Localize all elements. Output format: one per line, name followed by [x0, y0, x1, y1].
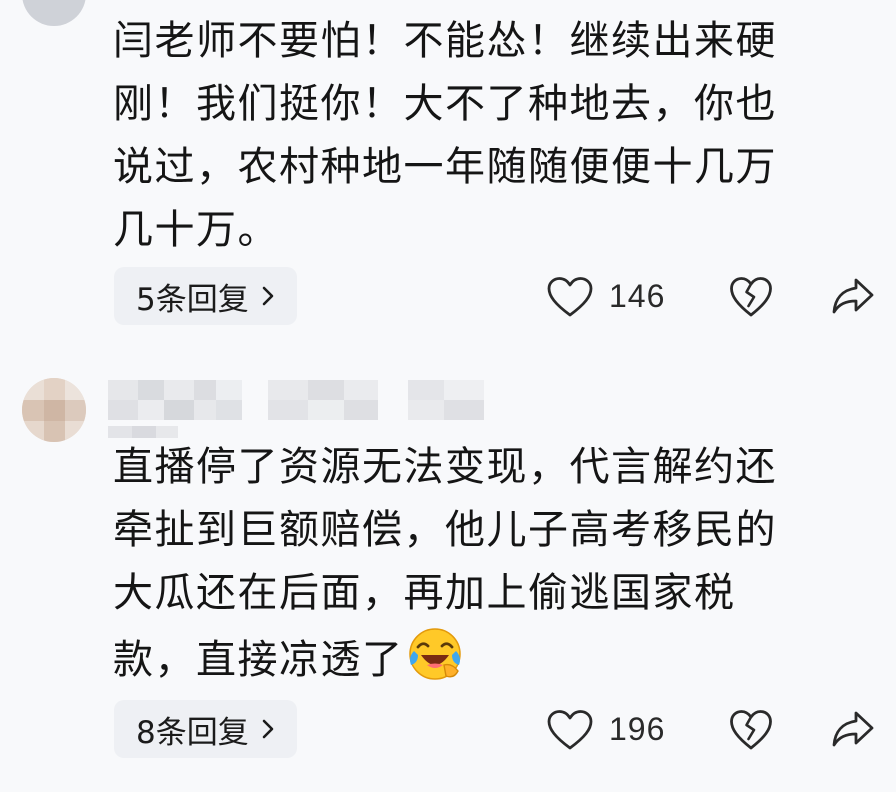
comment-line: 大瓜还在后面，再加上偷逃国家税: [113, 570, 736, 616]
laughing-crying-emoji-icon: [408, 628, 461, 680]
comment-line-text: 款，直接凉透了: [113, 637, 404, 683]
comment-item: 闫老师不要怕！不能怂！继续出来硬 刚！我们挺你！大不了种地去，你也 说过，农村种…: [0, 0, 896, 340]
blurred-username: [108, 380, 508, 420]
comment-line: 牵扯到巨额赔偿，他儿子高考移民的: [113, 507, 777, 553]
replies-label: 8条回复: [136, 714, 249, 751]
comment-line: 几十万。: [113, 207, 279, 253]
comment-line: 款，直接凉透了: [113, 625, 873, 692]
comment-text: 闫老师不要怕！不能怂！继续出来硬 刚！我们挺你！大不了种地去，你也 说过，农村种…: [113, 10, 873, 262]
comment-actions: 196: [545, 700, 885, 758]
comment-line: 闫老师不要怕！不能怂！继续出来硬: [113, 18, 777, 64]
comment-actions: 146: [545, 267, 885, 325]
broken-heart-icon[interactable]: [728, 275, 774, 319]
avatar[interactable]: [22, 0, 86, 26]
chevron-right-icon: [262, 286, 274, 306]
comment-line: 直播停了资源无法变现，代言解约还: [113, 444, 777, 490]
heart-outline-icon[interactable]: [545, 275, 595, 319]
replies-label: 5条回复: [136, 281, 249, 318]
view-replies-button[interactable]: 5条回复: [114, 267, 297, 325]
chevron-right-icon: [262, 719, 274, 739]
avatar[interactable]: [22, 378, 86, 442]
like-count: 196: [609, 711, 666, 747]
view-replies-button[interactable]: 8条回复: [114, 700, 297, 758]
broken-heart-icon[interactable]: [728, 708, 774, 752]
heart-outline-icon[interactable]: [545, 708, 595, 752]
comment-line: 说过，农村种地一年随随便便十几万: [113, 144, 777, 190]
comment-text: 直播停了资源无法变现，代言解约还 牵扯到巨额赔偿，他儿子高考移民的 大瓜还在后面…: [113, 436, 873, 692]
share-arrow-icon[interactable]: [830, 275, 876, 317]
comment-item: 直播停了资源无法变现，代言解约还 牵扯到巨额赔偿，他儿子高考移民的 大瓜还在后面…: [0, 360, 896, 792]
share-arrow-icon[interactable]: [830, 708, 876, 750]
comment-line: 刚！我们挺你！大不了种地去，你也: [113, 81, 777, 127]
like-count: 146: [609, 278, 666, 314]
